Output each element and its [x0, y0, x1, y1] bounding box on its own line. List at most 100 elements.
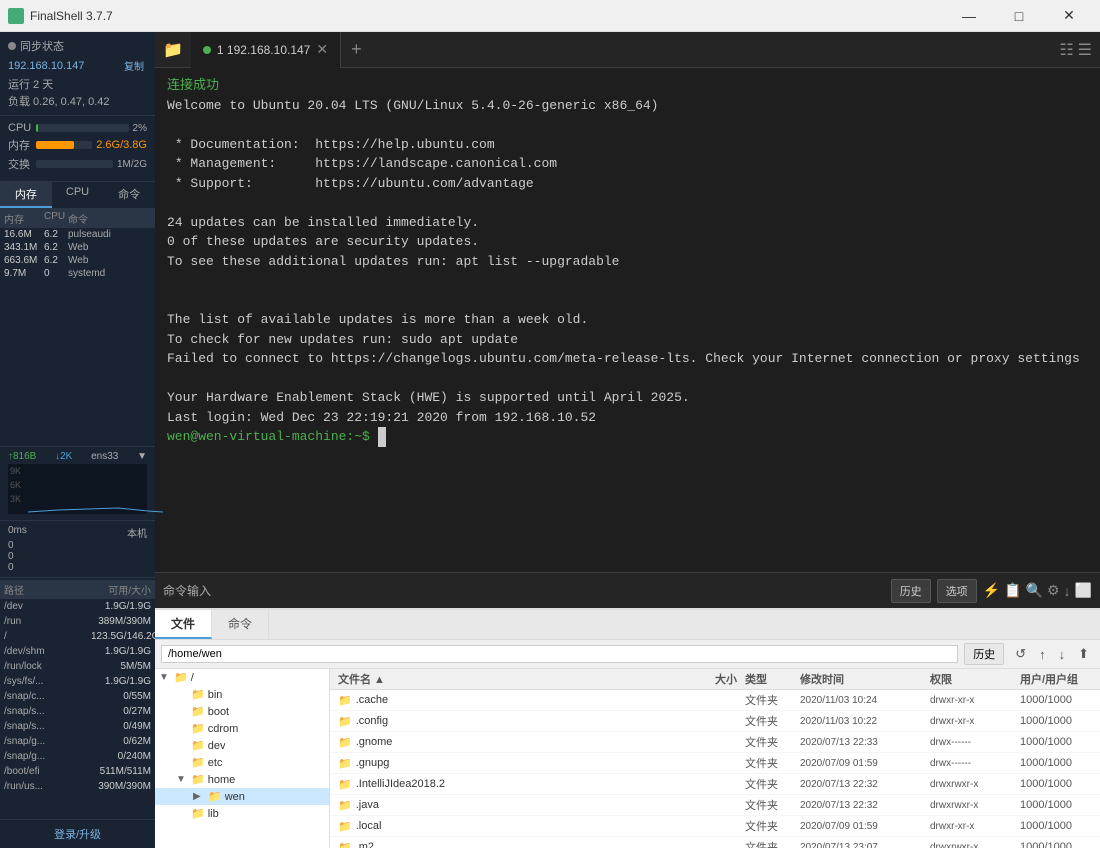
- disk-item[interactable]: /run/lock5M/5M: [0, 659, 155, 674]
- file-row[interactable]: 📁.m2 文件夹 2020/07/13 23:07 drwxrwxr-x 100…: [330, 837, 1100, 848]
- col-perm[interactable]: 权限: [926, 671, 1016, 687]
- folder-icon: 📁: [338, 694, 352, 707]
- sync-status: 同步状态: [8, 38, 147, 54]
- clipboard-icon[interactable]: 📋: [1004, 582, 1021, 599]
- session-tab[interactable]: 1 192.168.10.147 ✕: [191, 32, 341, 68]
- folder-icon: 📁: [191, 739, 205, 752]
- process-item[interactable]: 663.6M 6.2 Web: [0, 254, 155, 267]
- col-type[interactable]: 类型: [741, 671, 796, 687]
- tree-item-bin[interactable]: 📁 bin: [155, 686, 329, 703]
- upload-folder-button[interactable]: ⬆: [1073, 644, 1094, 664]
- cmd-input-field[interactable]: [217, 584, 885, 598]
- tab-mem[interactable]: 内存: [0, 182, 52, 208]
- add-tab-button[interactable]: +: [341, 39, 372, 60]
- options-button[interactable]: 选项: [937, 579, 977, 603]
- tree-label: lib: [208, 808, 219, 820]
- ip-text: 192.168.10.147: [8, 60, 84, 72]
- tree-item-root[interactable]: ▼ 📁 /: [155, 669, 329, 686]
- tree-toggle[interactable]: ▼: [176, 774, 188, 785]
- disk-item[interactable]: /dev1.9G/1.9G: [0, 599, 155, 614]
- disk-item[interactable]: /123.5G/146.2G: [0, 629, 155, 644]
- close-button[interactable]: ✕: [1046, 0, 1092, 32]
- history-btn[interactable]: 历史: [964, 643, 1004, 665]
- download-button[interactable]: ↓: [1054, 644, 1071, 664]
- tree-toggle[interactable]: ▼: [159, 672, 171, 683]
- process-item[interactable]: 16.6M 6.2 pulseaudi: [0, 228, 155, 241]
- lightning-icon[interactable]: ⚡: [983, 582, 1000, 599]
- refresh-button[interactable]: ↺: [1010, 644, 1031, 664]
- disk-item[interactable]: /snap/s...0/27M: [0, 704, 155, 719]
- file-list: 文件名 ▲ 大小 类型 修改时间 权限 用户/用户组 📁.cache 文件夹 2…: [330, 669, 1100, 848]
- file-row[interactable]: 📁.cache 文件夹 2020/11/03 10:24 drwxr-xr-x …: [330, 690, 1100, 711]
- terminal-container[interactable]: 连接成功 Welcome to Ubuntu 20.04 LTS (GNU/Li…: [155, 68, 1100, 572]
- app-title: FinalShell 3.7.7: [30, 9, 946, 23]
- tree-toggle: [176, 740, 188, 751]
- disk-section: 路径 可用/大小 /dev1.9G/1.9G /run389M/390M /12…: [0, 578, 155, 819]
- swap-bar-track: [36, 160, 113, 168]
- path-input[interactable]: [161, 645, 958, 663]
- ip-row: 192.168.10.147 复制: [8, 57, 147, 74]
- tab-cmd[interactable]: 命令: [103, 182, 155, 208]
- tree-item-cdrom[interactable]: 📁 cdrom: [155, 720, 329, 737]
- folder-icon: 📁: [338, 820, 352, 833]
- tree-label: /: [191, 672, 194, 684]
- disk-item[interactable]: /snap/c...0/55M: [0, 689, 155, 704]
- tree-item-wen[interactable]: ▶ 📁 wen: [155, 788, 329, 805]
- disk-item[interactable]: /snap/g...0/62M: [0, 734, 155, 749]
- net-dropdown-icon[interactable]: ▼: [137, 451, 147, 462]
- col-date[interactable]: 修改时间: [796, 671, 926, 687]
- tree-label: home: [208, 774, 236, 786]
- file-row[interactable]: 📁.IntelliJIdea2018.2 文件夹 2020/07/13 22:3…: [330, 774, 1100, 795]
- search-icon[interactable]: 🔍: [1026, 582, 1043, 599]
- process-item[interactable]: 9.7M 0 systemd: [0, 267, 155, 280]
- tab-right-icons: ☷ ☰: [1059, 40, 1100, 60]
- minimize-button[interactable]: —: [946, 0, 992, 32]
- gear-icon[interactable]: ⚙: [1047, 582, 1060, 599]
- upload-button[interactable]: ↑: [1034, 644, 1051, 664]
- tree-toggle[interactable]: ▶: [193, 791, 205, 802]
- disk-item[interactable]: /snap/g...0/240M: [0, 749, 155, 764]
- disk-item[interactable]: /run389M/390M: [0, 614, 155, 629]
- proc-header-name: 命令: [68, 211, 151, 226]
- file-row[interactable]: 📁.config 文件夹 2020/11/03 10:22 drwxr-xr-x…: [330, 711, 1100, 732]
- col-name[interactable]: 文件名 ▲: [334, 671, 671, 687]
- window-icon[interactable]: ⬜: [1075, 582, 1092, 599]
- process-item[interactable]: 343.1M 6.2 Web: [0, 241, 155, 254]
- tree-item-etc[interactable]: 📁 etc: [155, 754, 329, 771]
- col-user[interactable]: 用户/用户组: [1016, 671, 1096, 687]
- folder-icon[interactable]: 📁: [155, 40, 191, 60]
- download-icon[interactable]: ↓: [1064, 583, 1071, 599]
- maximize-button[interactable]: □: [996, 0, 1042, 32]
- disk-item[interactable]: /sys/fs/...1.9G/1.9G: [0, 674, 155, 689]
- tree-item-lib[interactable]: 📁 lib: [155, 805, 329, 822]
- disk-item[interactable]: /snap/s...0/49M: [0, 719, 155, 734]
- tab-files[interactable]: 文件: [155, 610, 212, 639]
- tree-item-dev[interactable]: 📁 dev: [155, 737, 329, 754]
- tab-close-button[interactable]: ✕: [316, 41, 328, 58]
- tree-item-boot[interactable]: 📁 boot: [155, 703, 329, 720]
- disk-item[interactable]: /run/us...390M/390M: [0, 779, 155, 794]
- tab-cpu[interactable]: CPU: [52, 182, 104, 208]
- copy-ip-button[interactable]: 复制: [121, 57, 147, 74]
- tab-commands[interactable]: 命令: [212, 610, 269, 639]
- disk-item[interactable]: /dev/shm1.9G/1.9G: [0, 644, 155, 659]
- menu-icon[interactable]: ☰: [1078, 40, 1092, 60]
- history-button[interactable]: 历史: [891, 579, 931, 603]
- proc-name: systemd: [68, 268, 151, 279]
- login-upgrade-button[interactable]: 登录/升级: [54, 826, 101, 842]
- disk-item[interactable]: /boot/efi511M/511M: [0, 764, 155, 779]
- file-row[interactable]: 📁.local 文件夹 2020/07/09 01:59 drwxr-xr-x …: [330, 816, 1100, 837]
- file-row[interactable]: 📁.java 文件夹 2020/07/13 22:32 drwxrwxr-x 1…: [330, 795, 1100, 816]
- term-prompt-line: wen@wen-virtual-machine:~$: [167, 427, 1088, 447]
- resource-section: CPU 2% 内存 2.6G/3.8G 交换 1M/2G: [0, 116, 155, 182]
- tree-toggle: [176, 723, 188, 734]
- proc-header-cpu: CPU: [44, 211, 68, 226]
- term-line: [167, 115, 1088, 135]
- file-row[interactable]: 📁.gnome 文件夹 2020/07/13 22:33 drwx------ …: [330, 732, 1100, 753]
- file-row[interactable]: 📁.gnupg 文件夹 2020/07/09 01:59 drwx------ …: [330, 753, 1100, 774]
- disk-col-path: 路径: [4, 582, 91, 597]
- file-toolbar: 历史 ↺ ↑ ↓ ⬆: [155, 640, 1100, 669]
- tree-item-home[interactable]: ▼ 📁 home: [155, 771, 329, 788]
- grid-icon[interactable]: ☷: [1059, 40, 1073, 60]
- col-size[interactable]: 大小: [671, 671, 741, 687]
